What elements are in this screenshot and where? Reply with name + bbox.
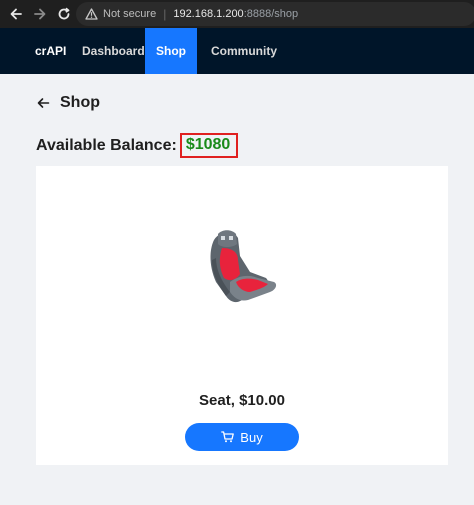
nav-dashboard[interactable]: Dashboard — [72, 28, 145, 74]
cart-icon — [221, 431, 235, 443]
security-label: Not secure — [103, 8, 157, 20]
app-header: crAPI Dashboard Shop Community — [0, 28, 474, 74]
balance-value: $1080 — [179, 133, 239, 158]
back-arrow-icon — [10, 8, 22, 20]
product-card: Seat, $10.00 Buy — [36, 166, 448, 465]
browser-toolbar: Not secure | 192.168.1.200 :8888/shop — [0, 0, 474, 28]
balance-separator: : — [171, 136, 177, 154]
url-host: 192.168.1.200 — [173, 8, 244, 20]
forward-arrow-icon — [34, 8, 46, 20]
buy-button[interactable]: Buy — [185, 423, 299, 451]
buy-button-label: Buy — [240, 429, 263, 445]
address-bar[interactable]: Not secure | 192.168.1.200 :8888/shop — [76, 2, 474, 26]
balance-row: Available Balance : $1080 — [36, 133, 239, 158]
balance-label: Available Balance — [36, 136, 172, 154]
url-path: :8888/shop — [243, 8, 299, 20]
url-separator: | — [163, 7, 167, 21]
back-arrow-icon[interactable] — [36, 96, 50, 110]
brand-logo-text[interactable]: crAPI — [0, 28, 72, 74]
reload-icon — [58, 7, 70, 20]
forward-button[interactable] — [29, 3, 51, 25]
page-title: Shop — [60, 94, 100, 111]
reload-button[interactable] — [53, 3, 75, 25]
product-name: Seat, $10.00 — [199, 392, 285, 409]
nav-shop[interactable]: Shop — [145, 28, 197, 74]
nav-community[interactable]: Community — [197, 28, 291, 74]
page-header: Shop — [36, 93, 100, 113]
back-button[interactable] — [5, 3, 27, 25]
car-seat-image — [210, 230, 277, 303]
warning-icon — [85, 8, 98, 20]
